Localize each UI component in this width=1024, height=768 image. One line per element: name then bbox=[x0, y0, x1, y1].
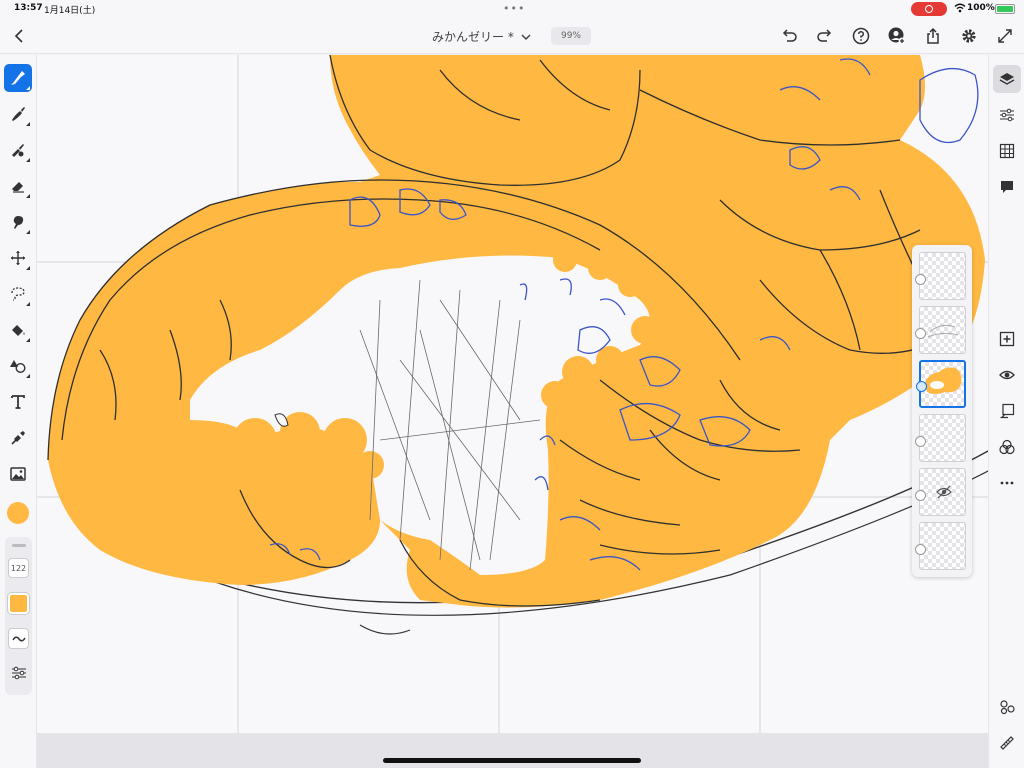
comments-button[interactable] bbox=[993, 173, 1021, 201]
grid-icon bbox=[999, 143, 1015, 159]
lasso-select-tool-icon bbox=[11, 287, 25, 301]
grid-button[interactable] bbox=[993, 137, 1021, 165]
text-tool[interactable] bbox=[4, 388, 32, 416]
layers-button[interactable] bbox=[993, 65, 1021, 93]
right-toolbar bbox=[988, 55, 1024, 768]
document-title-menu[interactable]: みかんゼリー * bbox=[432, 28, 532, 45]
symmetry-button[interactable] bbox=[993, 693, 1021, 721]
layer-preview-icon bbox=[925, 367, 962, 394]
wave-icon bbox=[11, 636, 26, 641]
live-brush-tool[interactable] bbox=[4, 100, 32, 128]
add-layer-icon bbox=[999, 331, 1015, 347]
layer-thumbnail-selected[interactable] bbox=[916, 360, 966, 408]
image-tool[interactable] bbox=[4, 460, 32, 488]
more-icon bbox=[1000, 481, 1014, 485]
eye-icon bbox=[999, 370, 1015, 380]
layer-type-badge bbox=[915, 436, 926, 447]
shapes-connect-icon bbox=[1000, 700, 1015, 715]
eyedropper-tool-icon bbox=[11, 431, 25, 445]
layer-type-badge bbox=[915, 544, 926, 555]
settings-gear-icon[interactable] bbox=[959, 26, 979, 46]
move-tool-icon bbox=[11, 251, 25, 265]
shapes-tool-icon bbox=[10, 360, 26, 374]
eyedropper-tool[interactable] bbox=[4, 424, 32, 452]
text-tool-icon bbox=[11, 395, 25, 409]
screen-recording-indicator[interactable] bbox=[911, 2, 947, 16]
eraser-tool-icon bbox=[12, 182, 24, 193]
left-toolbar: 122 bbox=[0, 55, 37, 768]
layer-thumbnail[interactable] bbox=[915, 252, 966, 300]
brush-flow-button[interactable] bbox=[8, 628, 29, 649]
brush-size-field[interactable]: 122 bbox=[8, 558, 29, 578]
drag-handle[interactable] bbox=[12, 544, 26, 547]
back-icon[interactable] bbox=[10, 26, 30, 46]
merge-down-icon bbox=[1000, 403, 1015, 419]
paint-bucket-icon bbox=[12, 325, 25, 336]
add-person-icon[interactable] bbox=[887, 26, 907, 46]
live-brush-tool-icon bbox=[12, 107, 25, 121]
merge-down-button[interactable] bbox=[993, 397, 1021, 425]
record-icon bbox=[925, 5, 933, 13]
blend-mode-button[interactable] bbox=[993, 433, 1021, 461]
battery-percentage: 100% bbox=[967, 3, 995, 13]
brush-color-button[interactable] bbox=[8, 593, 29, 614]
fill-tool[interactable] bbox=[4, 316, 32, 344]
redo-icon[interactable] bbox=[815, 26, 835, 46]
ruler-icon bbox=[1000, 736, 1014, 750]
pixel-brush-tool-icon bbox=[11, 71, 25, 85]
vector-brush-tool[interactable] bbox=[4, 136, 32, 164]
document-title: みかんゼリー * bbox=[432, 30, 514, 44]
status-bar: 13:57 1月14日(土) ••• 100% bbox=[0, 0, 1024, 18]
comment-icon bbox=[1001, 181, 1013, 193]
home-indicator[interactable] bbox=[383, 758, 641, 763]
status-time: 13:57 bbox=[14, 3, 43, 13]
layer-type-badge bbox=[916, 381, 927, 392]
blend-mode-icon bbox=[999, 439, 1015, 455]
lasso-select-tool[interactable] bbox=[4, 280, 32, 308]
more-options-button[interactable] bbox=[993, 469, 1021, 497]
layer-thumbnail[interactable] bbox=[915, 306, 966, 354]
brush-settings-group: 122 bbox=[5, 537, 32, 695]
vector-brush-tool-icon bbox=[12, 144, 24, 157]
battery-icon bbox=[995, 4, 1015, 14]
sliders-icon bbox=[11, 666, 26, 679]
layers-panel bbox=[912, 245, 972, 577]
sliders-icon bbox=[1000, 108, 1014, 122]
undo-icon[interactable] bbox=[779, 26, 799, 46]
layer-type-badge bbox=[915, 328, 926, 339]
layer-thumbnail[interactable] bbox=[915, 522, 966, 570]
smudge-tool[interactable] bbox=[4, 208, 32, 236]
image-tool-icon bbox=[10, 467, 26, 481]
layer-thumbnail-hidden[interactable] bbox=[915, 468, 966, 516]
move-tool[interactable] bbox=[4, 244, 32, 272]
help-icon[interactable] bbox=[851, 26, 871, 46]
artwork-illustration bbox=[37, 55, 988, 733]
top-bar: みかんゼリー * 99% bbox=[0, 18, 1024, 54]
zoom-level[interactable]: 99% bbox=[551, 27, 591, 45]
wifi-icon bbox=[954, 3, 966, 13]
fullscreen-icon[interactable] bbox=[995, 26, 1015, 46]
chevron-down-icon bbox=[521, 33, 531, 40]
brush-settings-button[interactable] bbox=[8, 662, 29, 683]
ruler-button[interactable] bbox=[993, 729, 1021, 757]
layer-type-badge bbox=[915, 274, 926, 285]
layer-properties-button[interactable] bbox=[993, 101, 1021, 129]
share-icon[interactable] bbox=[923, 26, 943, 46]
layer-type-badge bbox=[915, 490, 926, 501]
pixel-brush-tool[interactable] bbox=[4, 64, 32, 92]
layer-visibility-button[interactable] bbox=[993, 361, 1021, 389]
add-layer-button[interactable] bbox=[993, 325, 1021, 353]
layer-preview-icon bbox=[927, 324, 959, 338]
eye-slash-icon bbox=[936, 485, 952, 499]
layers-icon bbox=[999, 73, 1015, 85]
drawing-canvas[interactable] bbox=[37, 55, 988, 733]
status-date: 1月14日(土) bbox=[44, 6, 96, 16]
current-color-swatch[interactable] bbox=[7, 502, 29, 524]
smudge-tool-icon bbox=[13, 216, 24, 229]
eraser-tool[interactable] bbox=[4, 172, 32, 200]
shapes-tool[interactable] bbox=[4, 352, 32, 380]
multitasking-dots-icon[interactable]: ••• bbox=[503, 2, 525, 15]
layer-thumbnail[interactable] bbox=[915, 414, 966, 462]
